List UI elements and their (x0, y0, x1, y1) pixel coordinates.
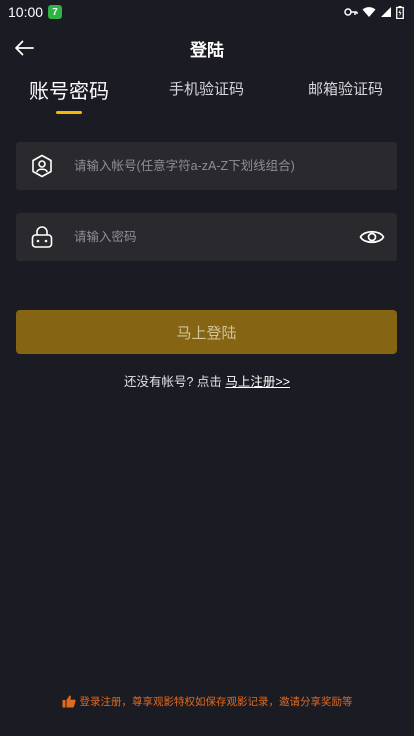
lock-icon (31, 226, 53, 248)
user-shield-icon (32, 154, 52, 178)
register-prompt-text: 还没有帐号? 点击 (123, 375, 226, 389)
register-link[interactable]: 马上注册>> (225, 375, 290, 389)
status-left: 10:00 7 (8, 4, 63, 20)
eye-icon (359, 230, 385, 244)
status-time: 10:00 (8, 4, 44, 20)
key-icon (344, 8, 358, 16)
app-badge-label: 7 (52, 6, 58, 18)
status-icons (344, 5, 404, 19)
footer-note-text: 登录注册，尊享观影特权如保存观影记录，邀请分享奖励等 (79, 696, 353, 708)
wifi-icon (362, 7, 376, 17)
page-title: 登陆 (190, 41, 224, 60)
login-button[interactable]: 马上登陆 (16, 310, 397, 354)
app-badge-icon: 7 (48, 5, 63, 19)
tab-email-code[interactable]: 邮箱验证码 (308, 78, 383, 99)
tab-phone-code[interactable]: 手机验证码 (169, 78, 244, 99)
signal-icon (381, 7, 391, 17)
status-bar: 10:00 7 (0, 0, 414, 24)
account-field (16, 142, 397, 190)
register-prompt: 还没有帐号? 点击 马上注册>> (0, 371, 414, 390)
login-tabs: 账号密码 手机验证码 邮箱验证码 (0, 78, 414, 118)
app-header: 登陆 (0, 28, 414, 68)
tab-account-password[interactable]: 账号密码 (29, 75, 109, 104)
tab-indicator (56, 111, 82, 114)
thumbs-up-icon (62, 695, 76, 708)
password-input[interactable] (74, 213, 344, 261)
footer-note: 登录注册，尊享观影特权如保存观影记录，邀请分享奖励等 (0, 694, 414, 709)
battery-icon (396, 5, 404, 19)
toggle-password-visibility[interactable] (359, 225, 385, 249)
password-field (16, 213, 397, 261)
account-input[interactable] (74, 142, 344, 190)
